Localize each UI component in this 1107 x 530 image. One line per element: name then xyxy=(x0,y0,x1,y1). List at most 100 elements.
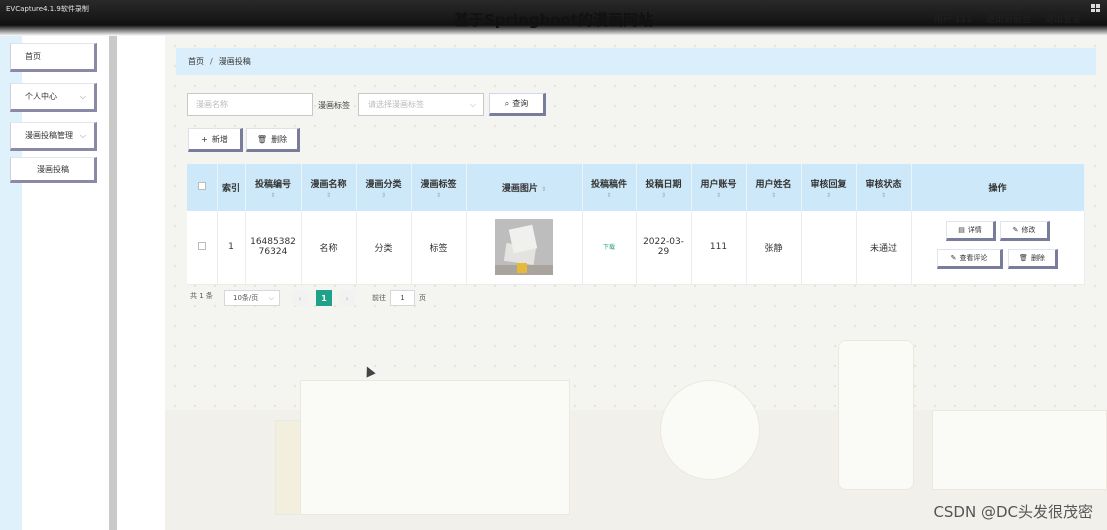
goto-unit: 页 xyxy=(419,294,426,302)
grid-icon[interactable] xyxy=(1091,4,1101,12)
view-comments-button-label: 查看评论 xyxy=(959,254,988,262)
column-header[interactable]: 漫画名称 ⇕ xyxy=(301,164,357,211)
sidebar-item-label: 漫画投稿 xyxy=(37,164,69,174)
breadcrumb: 首页 / 漫画投稿 xyxy=(176,48,1096,75)
back-to-front-link[interactable]: 退出到前台 xyxy=(986,12,1031,25)
delete-button-label: 删除 xyxy=(271,134,288,144)
review-status-cell: 未通过 xyxy=(856,211,912,285)
logout-link[interactable]: 退出登录 xyxy=(1045,12,1081,25)
background-decor xyxy=(300,380,570,515)
chevron-down-icon: ⌵ xyxy=(79,91,86,101)
view-comments-button[interactable]: ✎ 查看评论 xyxy=(937,249,1003,269)
detail-button-label: 详情 xyxy=(967,226,982,234)
goto-page-input[interactable] xyxy=(390,290,415,306)
sort-icon[interactable]: ⇕ xyxy=(857,192,911,199)
manuscript-cell: 下载 xyxy=(582,211,637,285)
row-select-cell[interactable] xyxy=(187,211,218,285)
submission-no-cell: 1648538276324 xyxy=(245,211,302,285)
detail-button[interactable]: ▤ 详情 xyxy=(946,221,996,241)
sort-icon[interactable]: ⇕ xyxy=(357,192,411,199)
category-cell: 分类 xyxy=(356,211,412,285)
sort-icon[interactable]: ⇕ xyxy=(692,192,746,199)
download-link[interactable]: 下载 xyxy=(603,244,615,251)
sort-icon[interactable]: ⇕ xyxy=(583,192,636,199)
column-header: 索引 xyxy=(217,164,246,211)
sidebar-item-label: 漫画投稿管理 xyxy=(25,131,73,140)
column-header[interactable]: 审核回复 ⇕ xyxy=(801,164,857,211)
tag-select-placeholder: 请选择漫画标签 xyxy=(368,100,424,109)
row-delete-button[interactable]: 🗑 删除 xyxy=(1008,249,1058,269)
sidebar-item-home[interactable]: 首页 xyxy=(10,43,97,72)
sort-icon[interactable]: ⇕ xyxy=(637,192,691,199)
query-button-label: 查询 xyxy=(512,99,529,108)
sort-icon[interactable]: ⇕ xyxy=(541,186,546,193)
column-header[interactable]: 投稿编号 ⇕ xyxy=(245,164,302,211)
background-decor xyxy=(660,380,760,480)
sidebar-scrollbar[interactable] xyxy=(109,36,117,530)
column-header[interactable]: 投稿稿件 ⇕ xyxy=(582,164,637,211)
sort-icon[interactable]: ⇕ xyxy=(412,192,466,199)
row-checkbox[interactable] xyxy=(197,241,206,250)
top-right-links: 用户 111 退出到前台 退出登录 xyxy=(934,12,1081,25)
top-bar: EVCapture4.1.9软件录制 基于Springboot的漫画网站 用户 … xyxy=(0,0,1107,36)
sort-icon[interactable]: ⇕ xyxy=(302,192,356,199)
watermark: CSDN @DC头发很茂密 xyxy=(933,503,1093,521)
document-icon: ▤ xyxy=(958,226,965,234)
column-header: 操作 xyxy=(911,164,1085,211)
review-reply-cell xyxy=(801,211,857,285)
operations-cell xyxy=(911,211,1085,285)
column-header[interactable]: 用户姓名 ⇕ xyxy=(746,164,802,211)
query-button[interactable]: ⌕ 查询 xyxy=(489,93,546,116)
edit-button[interactable]: ✎ 修改 xyxy=(1000,221,1050,241)
chevron-down-icon: ⌵ xyxy=(268,294,274,302)
tag-cell: 标签 xyxy=(411,211,467,285)
current-page-button[interactable]: 1 xyxy=(316,290,332,306)
trash-icon: 🗑 xyxy=(1019,254,1028,262)
background-decor xyxy=(838,340,914,490)
sidebar-item-label: 首页 xyxy=(25,52,41,61)
breadcrumb-current: 漫画投稿 xyxy=(218,57,251,66)
sort-icon[interactable]: ⇕ xyxy=(246,192,301,199)
column-header[interactable]: 漫画标签 ⇕ xyxy=(411,164,467,211)
next-page-button[interactable]: › xyxy=(339,290,355,306)
edit-icon: ✎ xyxy=(1012,226,1019,234)
background-decor xyxy=(932,410,1107,490)
breadcrumb-home[interactable]: 首页 xyxy=(188,56,204,67)
chevron-left-icon: ‹ xyxy=(298,293,302,303)
row-delete-button-label: 删除 xyxy=(1030,254,1045,262)
column-header[interactable]: 投稿日期 ⇕ xyxy=(636,164,692,211)
goto-label: 前往 xyxy=(372,294,386,302)
search-icon: ⌕ xyxy=(504,98,510,108)
column-header[interactable]: 用户账号 ⇕ xyxy=(691,164,747,211)
sort-icon[interactable]: ⇕ xyxy=(747,192,801,199)
chevron-down-icon: ⌵ xyxy=(79,130,86,140)
sidebar-item-label: 个人中心 xyxy=(25,92,57,101)
manga-image[interactable] xyxy=(495,219,553,276)
column-header[interactable]: 漫画分类 ⇕ xyxy=(356,164,412,211)
edit-icon: ✎ xyxy=(950,254,957,262)
trash-icon: 🗑 xyxy=(256,134,268,144)
pagination-total: 共 1 条 xyxy=(190,292,213,300)
add-button[interactable]: + 新增 xyxy=(188,128,243,152)
user-label: 用户 111 xyxy=(933,15,972,25)
select-all-cell[interactable] xyxy=(187,164,218,211)
date-cell: 2022-03-29 xyxy=(636,211,692,285)
chevron-right-icon: › xyxy=(345,293,349,303)
sort-icon[interactable]: ⇕ xyxy=(802,192,856,199)
chevron-down-icon: ⌵ xyxy=(469,100,476,109)
tag-select[interactable]: 请选择漫画标签 ⌵ xyxy=(358,93,484,116)
add-button-label: 新增 xyxy=(211,134,228,144)
manga-name-search-input[interactable] xyxy=(187,93,313,116)
prev-page-button[interactable]: ‹ xyxy=(292,290,308,306)
account-cell: 111 xyxy=(691,211,747,285)
user-name-cell: 张静 xyxy=(746,211,802,285)
table-header-row: 索引 投稿编号 ⇕ 漫画名称 ⇕ 漫画分类 ⇕ 漫画标签 ⇕ 漫画图片 ⇕ 投稿稿件 ⇕ … xyxy=(187,164,1085,211)
sidebar-item-submission-management[interactable]: 漫画投稿管理 ⌵ xyxy=(10,122,97,151)
select-all-checkbox[interactable] xyxy=(197,182,206,190)
sidebar-item-submission[interactable]: 漫画投稿 xyxy=(10,157,97,183)
column-header[interactable]: 审核状态 ⇕ xyxy=(856,164,912,211)
sidebar-item-personal-center[interactable]: 个人中心 ⌵ xyxy=(10,83,97,112)
batch-delete-button[interactable]: 🗑 删除 xyxy=(246,128,300,152)
column-header[interactable]: 漫画图片 ⇕ xyxy=(466,164,583,211)
page-size-select[interactable]: 10条/页 ⌵ xyxy=(224,290,280,306)
